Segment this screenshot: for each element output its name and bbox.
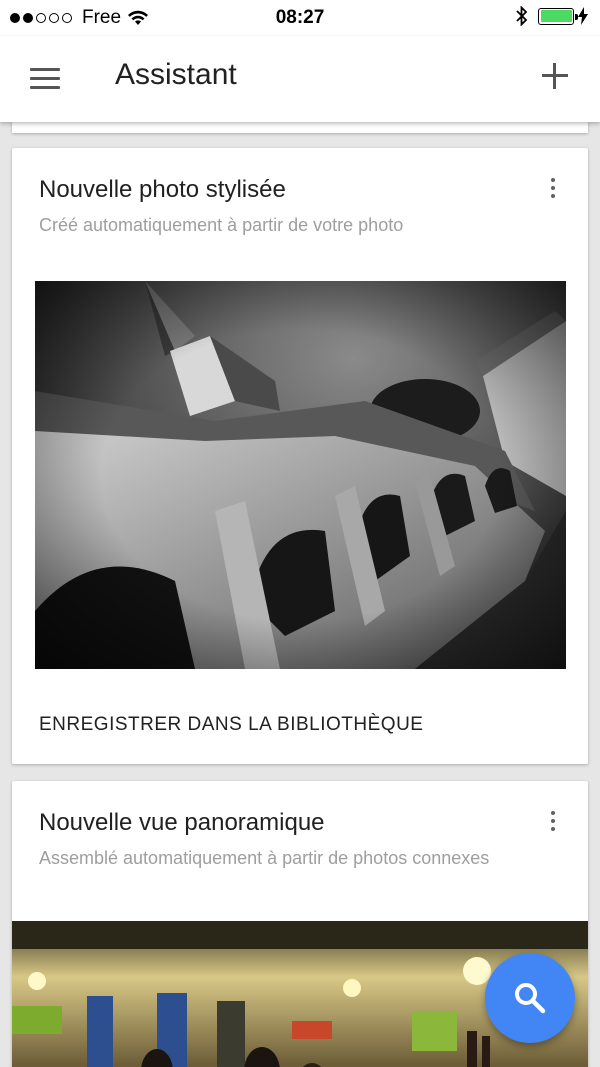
page-title: Assistant: [115, 58, 237, 91]
card-title: Nouvelle vue panoramique: [39, 809, 325, 836]
more-options-icon[interactable]: [550, 178, 556, 198]
charging-bolt-icon: [578, 7, 588, 25]
bluetooth-icon: [516, 6, 528, 26]
menu-icon[interactable]: [30, 68, 60, 90]
battery-icon: [538, 7, 578, 25]
status-time: 08:27: [275, 7, 325, 28]
app-bar: Assistant: [0, 36, 600, 122]
stylized-photo[interactable]: [35, 281, 566, 669]
stylized-photo-card[interactable]: Nouvelle photo stylisée Créé automatique…: [12, 148, 588, 764]
search-button[interactable]: [485, 953, 575, 1043]
add-icon[interactable]: [542, 63, 568, 89]
card-subtitle: Créé automatiquement à partir de votre p…: [39, 215, 404, 235]
card-title: Nouvelle photo stylisée: [39, 176, 286, 203]
save-to-library-button[interactable]: ENREGISTRER DANS LA BIBLIOTHÈQUE: [39, 714, 423, 736]
more-options-icon[interactable]: [550, 811, 556, 831]
card-subtitle: Assemblé automatiquement à partir de pho…: [39, 848, 490, 868]
search-icon: [515, 983, 546, 1014]
status-bar: Free 08:27: [0, 0, 600, 36]
